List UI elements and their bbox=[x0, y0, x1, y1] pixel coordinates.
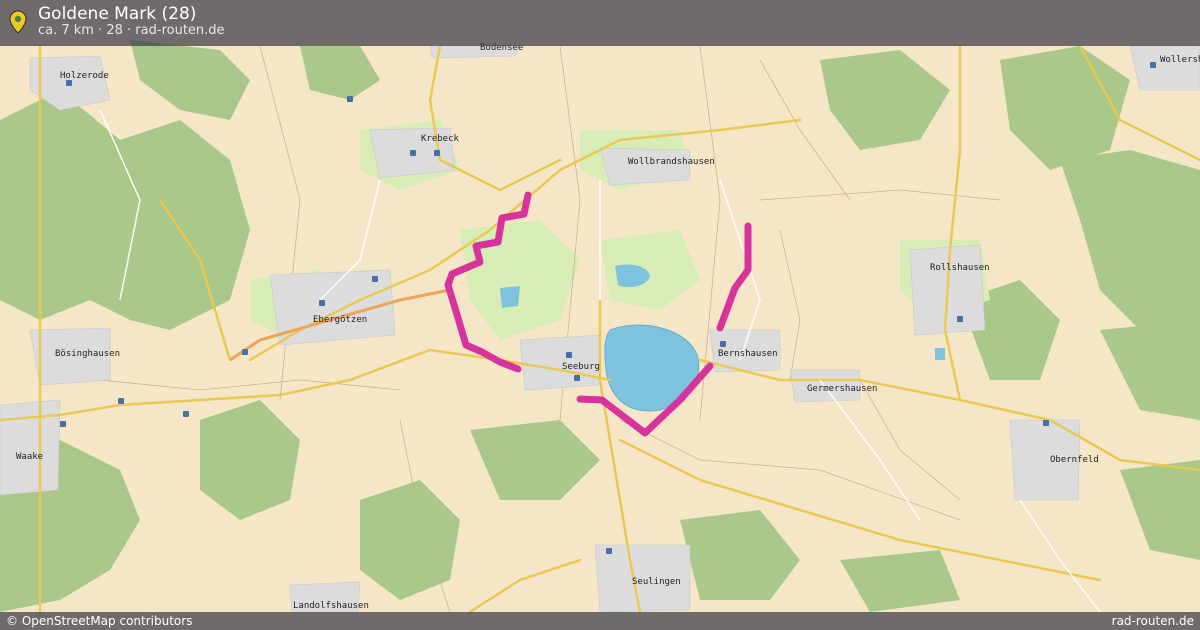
place-label-landolfshausen: Landolfshausen bbox=[293, 601, 369, 611]
place-label-holzerode: Holzerode bbox=[60, 71, 109, 81]
pond-east bbox=[935, 348, 945, 360]
place-label-bernshausen: Bernshausen bbox=[718, 349, 778, 359]
place-label-waake: Waake bbox=[16, 452, 43, 462]
brand-link[interactable]: rad-routen.de bbox=[1112, 614, 1194, 628]
place-label-obernfeld: Obernfeld bbox=[1050, 455, 1099, 465]
place-label-rollshausen: Rollshausen bbox=[930, 263, 990, 273]
route-header: Goldene Mark (28) ca. 7 km · 28 · rad-ro… bbox=[0, 0, 1200, 46]
route-subtitle: ca. 7 km · 28 · rad-routen.de bbox=[38, 23, 225, 38]
place-label-wollbrandshausen: Wollbrandshausen bbox=[628, 157, 715, 167]
place-label-seeburg: Seeburg bbox=[562, 362, 600, 372]
place-label-boesinghausen: Bösinghausen bbox=[55, 349, 120, 359]
osm-attribution-link[interactable]: © OpenStreetMap contributors bbox=[6, 614, 192, 628]
place-label-germershausen: Germershausen bbox=[807, 384, 877, 394]
pond-west bbox=[500, 286, 520, 308]
place-label-krebeck: Krebeck bbox=[421, 134, 460, 144]
place-label-ebergoetzen: Ebergötzen bbox=[313, 315, 367, 325]
location-pin-icon bbox=[9, 10, 27, 34]
route-title: Goldene Mark (28) bbox=[38, 4, 197, 24]
map-canvas[interactable]: Holzerode Krebeck Wollbrandshausen Eberg… bbox=[0, 0, 1200, 630]
map-footer: © OpenStreetMap contributors rad-routen.… bbox=[0, 612, 1200, 630]
place-label-wollershausen: Wollersh bbox=[1160, 55, 1200, 65]
place-label-seulingen: Seulingen bbox=[632, 577, 681, 587]
